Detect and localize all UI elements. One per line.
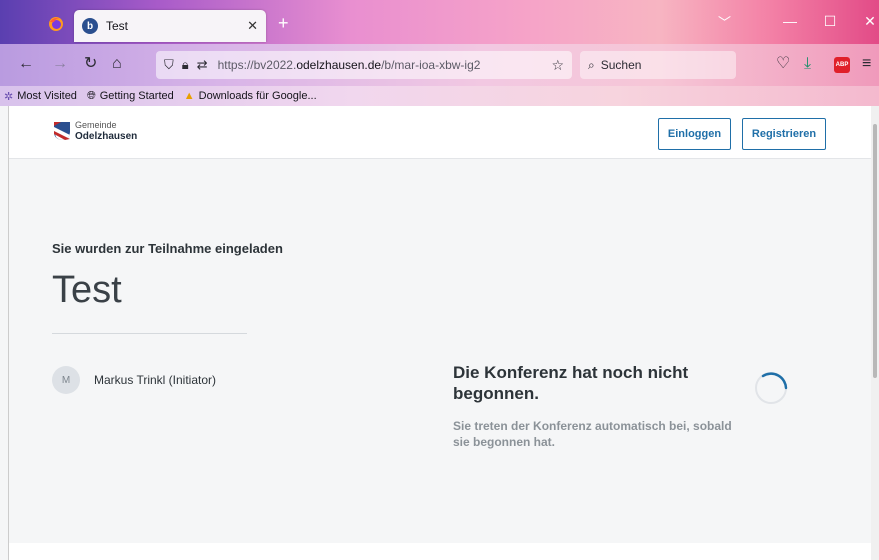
search-input[interactable]: ⌕ Suchen xyxy=(580,51,736,79)
maximize-window-button[interactable]: ☐ xyxy=(818,10,842,32)
shield-icon[interactable]: ⛉ xyxy=(164,57,174,73)
search-icon: ⌕ xyxy=(588,57,595,72)
loading-spinner-icon xyxy=(755,372,788,404)
reload-icon[interactable]: ↻ xyxy=(84,56,97,72)
login-button[interactable]: Einloggen xyxy=(658,118,731,150)
bookmark-getting-started[interactable]: 🌐︎ Getting Started xyxy=(87,90,174,103)
gear-icon: ✲ xyxy=(4,90,14,103)
bookmarks-toolbar: ✲ Most Visited 🌐︎ Getting Started ▲ Down… xyxy=(0,86,879,106)
address-bar[interactable]: ⛉ 🔒︎ ⇄ https://bv2022. odelzhausen.de/b/m… xyxy=(156,51,572,79)
new-tab-button[interactable]: + xyxy=(278,14,289,32)
close-tab-icon[interactable]: ✕ xyxy=(247,18,258,34)
bookmark-label: Most Visited xyxy=(17,90,77,102)
footer-band xyxy=(9,543,872,560)
bigbluebutton-favicon-icon: b xyxy=(82,18,98,34)
menu-hamburger-icon[interactable]: ≡ xyxy=(862,56,871,72)
bookmark-most-visited[interactable]: ✲ Most Visited xyxy=(4,90,77,103)
lock-icon[interactable]: 🔒︎ xyxy=(182,57,189,73)
drive-icon: ▲ xyxy=(183,90,195,102)
bookmark-label: Getting Started xyxy=(99,90,174,102)
participant-row: M Markus Trinkl (Initiator) xyxy=(52,366,216,394)
conference-status-title: Die Konferenz hat noch nicht begonnen. xyxy=(453,363,689,403)
avatar: M xyxy=(52,366,80,394)
list-all-tabs-chevron-icon[interactable]: ﹀ xyxy=(718,12,731,31)
url-prefix: https://bv2022. xyxy=(217,58,297,72)
bookmark-downloads-google[interactable]: ▲ Downloads für Google... xyxy=(184,90,317,102)
close-window-button[interactable]: ✕ xyxy=(858,10,879,32)
bookmark-star-icon[interactable]: ☆ xyxy=(551,57,564,74)
site-header: Gemeinde Odelzhausen Einloggen Registrie… xyxy=(9,106,872,159)
room-title: Test xyxy=(52,269,122,311)
register-button[interactable]: Registrieren xyxy=(742,118,826,150)
site-logo[interactable]: Gemeinde Odelzhausen xyxy=(53,120,137,142)
page-content: Gemeinde Odelzhausen Einloggen Registrie… xyxy=(8,106,872,560)
forward-arrow-icon[interactable]: → xyxy=(52,56,68,72)
conference-status-subtitle: Sie treten der Konferenz automatisch bei… xyxy=(453,419,732,449)
participant-name: Markus Trinkl (Initiator) xyxy=(94,373,217,387)
coat-of-arms-icon xyxy=(54,122,70,140)
tab-title: Test xyxy=(106,19,129,33)
minimize-window-button[interactable]: — xyxy=(778,10,802,32)
divider xyxy=(52,333,247,334)
url-path: /b/mar-ioa-xbw-ig2 xyxy=(381,58,481,72)
navigation-toolbar: ← → ↻ ⌂ ⛉ 🔒︎ ⇄ https://bv2022. odelzhause… xyxy=(0,44,879,86)
bookmark-label: Downloads für Google... xyxy=(198,90,317,102)
permissions-icon[interactable]: ⇄ xyxy=(197,57,208,73)
firefox-logo-icon[interactable] xyxy=(48,16,64,32)
pocket-icon[interactable]: ♡ xyxy=(776,56,790,72)
downloads-icon[interactable]: ⤓ xyxy=(804,56,811,72)
logo-title: Odelzhausen xyxy=(75,131,138,142)
tab-strip: b Test ✕ + ﹀ — ☐ ✕ xyxy=(0,0,879,44)
adblock-plus-icon[interactable]: ABP xyxy=(834,57,850,73)
globe-icon: 🌐︎ xyxy=(86,89,96,102)
back-arrow-icon[interactable]: ← xyxy=(18,56,34,72)
scrollbar-thumb[interactable] xyxy=(873,124,877,378)
logo-subtitle: Gemeinde xyxy=(75,120,117,130)
home-icon[interactable]: ⌂ xyxy=(112,56,122,72)
url-domain: odelzhausen.de xyxy=(296,58,382,72)
browser-tab-test[interactable]: b Test ✕ xyxy=(74,10,266,42)
invitation-heading: Sie wurden zur Teilnahme eingeladen xyxy=(52,241,283,256)
search-placeholder: Suchen xyxy=(600,58,642,72)
